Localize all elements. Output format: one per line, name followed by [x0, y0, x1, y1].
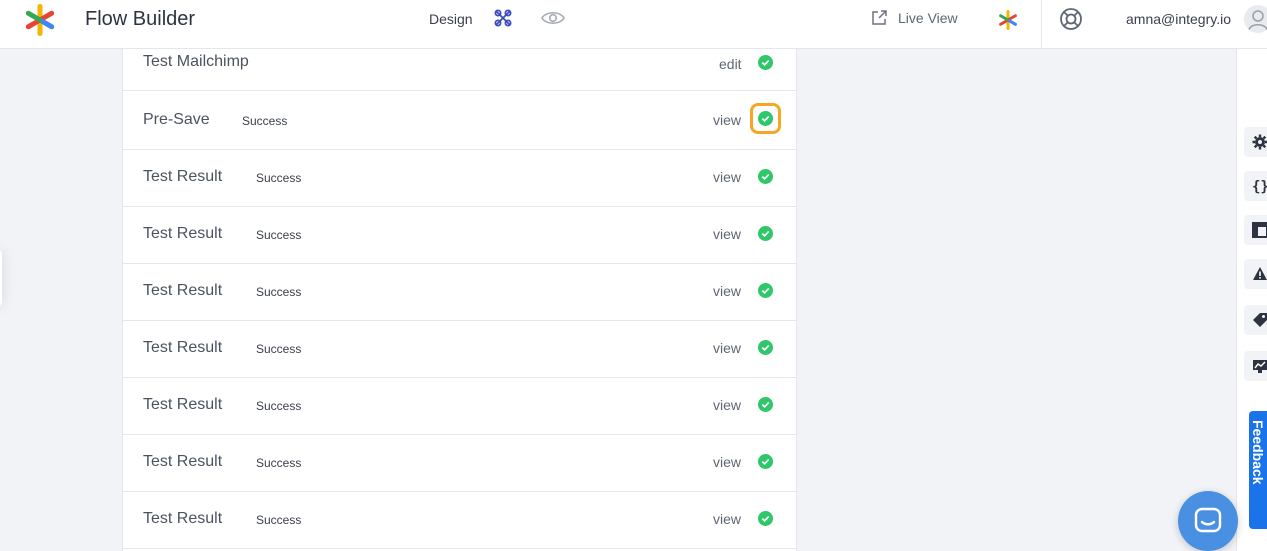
app-title: Flow Builder	[85, 8, 196, 30]
feedback-label[interactable]: Feedback	[1252, 420, 1266, 520]
step-title: Test Result	[143, 168, 223, 185]
step-title: Test Result	[143, 339, 223, 356]
step-list-panel: Test Mailchimp edit Pre-Save Success vie…	[122, 49, 797, 551]
step-status: Success	[256, 342, 302, 356]
success-check-icon	[758, 511, 773, 526]
settings-button[interactable]	[1244, 127, 1267, 157]
success-check-icon	[758, 283, 773, 298]
step-status: Success	[256, 456, 302, 470]
step-row[interactable]: Test Result Success view	[123, 321, 796, 378]
help-lifebuoy-icon[interactable]	[1059, 7, 1083, 31]
analytics-button[interactable]	[1244, 351, 1267, 381]
svg-text:{}: {}	[1252, 179, 1267, 194]
gear-icon	[1252, 134, 1267, 150]
tags-button[interactable]	[1244, 305, 1267, 335]
step-view-link[interactable]: view	[713, 112, 741, 128]
json-button[interactable]: {}	[1244, 171, 1267, 201]
app-logo-icon[interactable]	[21, 1, 59, 39]
step-status: Success	[256, 399, 302, 413]
step-row[interactable]: Test Result Success view	[123, 435, 796, 492]
user-avatar[interactable]	[1244, 5, 1267, 33]
step-view-link[interactable]: view	[713, 169, 741, 185]
chart-icon	[1253, 360, 1267, 373]
step-row[interactable]: Test Mailchimp edit	[123, 49, 796, 91]
design-tab-label[interactable]: Design	[429, 11, 473, 27]
header-divider	[1041, 0, 1042, 49]
success-check-icon	[758, 340, 773, 355]
step-status: Success	[256, 228, 302, 242]
step-row[interactable]: Test Result Success view	[123, 492, 796, 549]
step-view-link[interactable]: view	[713, 397, 741, 413]
success-check-icon	[758, 226, 773, 241]
success-check-icon	[758, 55, 773, 70]
step-status: Success	[242, 114, 288, 128]
success-check-icon	[758, 397, 773, 412]
step-view-link[interactable]: view	[713, 454, 741, 470]
success-check-icon	[758, 454, 773, 469]
step-title: Test Result	[143, 453, 223, 470]
step-view-link[interactable]: view	[713, 340, 741, 356]
step-row[interactable]: Test Result Success view	[123, 207, 796, 264]
integry-logo-icon[interactable]	[996, 8, 1020, 32]
step-title: Pre-Save	[143, 111, 210, 128]
success-check-icon[interactable]	[758, 111, 773, 126]
step-row[interactable]: Test Result Success view	[123, 150, 796, 207]
layout-icon	[1252, 222, 1267, 238]
step-title: Test Result	[143, 396, 223, 413]
external-link-icon[interactable]	[871, 9, 888, 26]
step-status: Success	[256, 513, 302, 527]
step-title: Test Result	[143, 282, 223, 299]
warning-icon	[1253, 267, 1267, 280]
chat-icon	[1194, 507, 1222, 533]
step-title: Test Mailchimp	[143, 53, 249, 70]
success-check-icon	[758, 169, 773, 184]
step-row[interactable]: Test Result Success view	[123, 264, 796, 321]
step-edit-link[interactable]: edit	[719, 56, 742, 72]
chat-launcher-button[interactable]	[1178, 491, 1238, 551]
step-view-link[interactable]: view	[713, 226, 741, 242]
step-title: Test Result	[143, 225, 223, 242]
layout-button[interactable]	[1244, 215, 1267, 245]
live-view-link[interactable]: Live View	[898, 10, 958, 26]
left-panel-toggle[interactable]	[0, 250, 2, 306]
design-icon[interactable]	[493, 8, 513, 28]
tag-icon	[1253, 313, 1267, 327]
top-bar: Flow Builder Design Live View amna@integ…	[0, 0, 1267, 49]
step-status: Success	[256, 171, 302, 185]
step-title: Test Result	[143, 510, 223, 527]
step-row[interactable]: Pre-Save Success view	[123, 91, 796, 150]
preview-eye-icon[interactable]	[541, 9, 565, 27]
warnings-button[interactable]	[1244, 259, 1267, 289]
step-view-link[interactable]: view	[713, 511, 741, 527]
user-email[interactable]: amna@integry.io	[1126, 11, 1231, 27]
braces-icon: {}	[1252, 179, 1267, 194]
step-status: Success	[256, 285, 302, 299]
step-view-link[interactable]: view	[713, 283, 741, 299]
user-avatar-icon	[1248, 10, 1267, 31]
step-row[interactable]: Test Result Success view	[123, 378, 796, 435]
